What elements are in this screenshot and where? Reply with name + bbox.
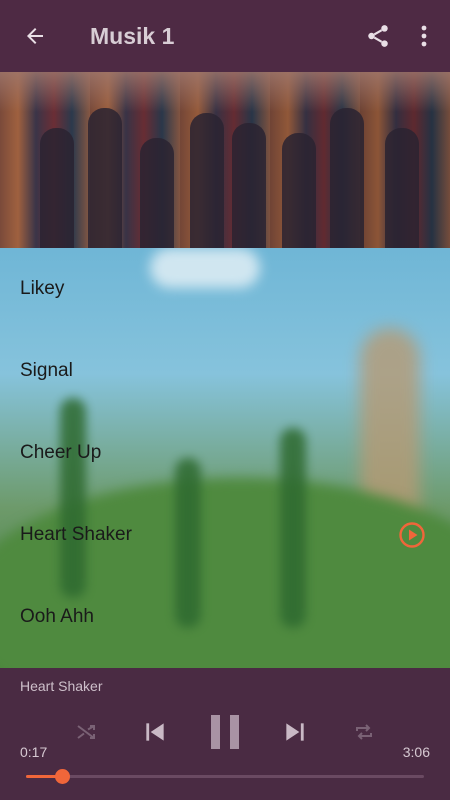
track-title: Heart Shaker [20, 524, 132, 545]
next-icon [286, 723, 304, 741]
banner-figure [140, 138, 174, 248]
track-play-button[interactable] [394, 517, 430, 553]
track-title: Ooh Ahh [20, 606, 94, 627]
track-title: Likey [20, 278, 65, 299]
banner-figure [330, 108, 364, 248]
repeat-icon [356, 724, 372, 740]
share-icon [368, 25, 388, 47]
list-item[interactable]: Signal [0, 330, 450, 412]
banner-figure [282, 133, 316, 248]
app-bar: Musik 1 [0, 0, 450, 72]
shuffle-button[interactable] [66, 712, 106, 752]
mini-player: Heart Shaker 0:17 3:06 [0, 668, 450, 800]
next-button[interactable] [275, 712, 315, 752]
previous-button[interactable] [135, 712, 175, 752]
shuffle-icon [77, 725, 95, 739]
list-item[interactable]: Heart Shaker [0, 494, 450, 576]
more-options-button[interactable] [398, 0, 450, 72]
more-vertical-icon [421, 25, 427, 47]
elapsed-time: 0:17 [20, 744, 48, 760]
page-title: Musik 1 [90, 22, 175, 49]
banner-figure [190, 113, 224, 248]
total-time: 3:06 [402, 744, 430, 760]
list-item[interactable]: Cheer Up [0, 412, 450, 494]
banner-figure [232, 123, 266, 248]
pause-button[interactable] [200, 712, 250, 752]
repeat-button[interactable] [344, 712, 384, 752]
banner-figure [40, 128, 74, 248]
pause-icon [211, 715, 239, 749]
arrow-left-icon [27, 28, 43, 44]
seek-bar[interactable] [26, 769, 424, 784]
list-item[interactable]: Likey [0, 248, 450, 330]
seek-bar-thumb[interactable] [54, 769, 70, 784]
banner-sky [0, 72, 450, 112]
previous-icon [146, 723, 164, 741]
track-list: Likey Signal Cheer Up Heart Shaker Ooh A… [0, 248, 450, 668]
track-title: Cheer Up [20, 442, 102, 463]
share-button[interactable] [358, 0, 398, 72]
track-title: Signal [20, 360, 73, 381]
back-button[interactable] [0, 0, 70, 72]
banner-figure [385, 128, 419, 248]
album-banner-image [0, 72, 450, 248]
banner-figure [88, 108, 122, 248]
play-circle-icon [399, 522, 425, 548]
list-item[interactable]: Ooh Ahh [0, 576, 450, 658]
now-playing-title: Heart Shaker [20, 678, 103, 694]
